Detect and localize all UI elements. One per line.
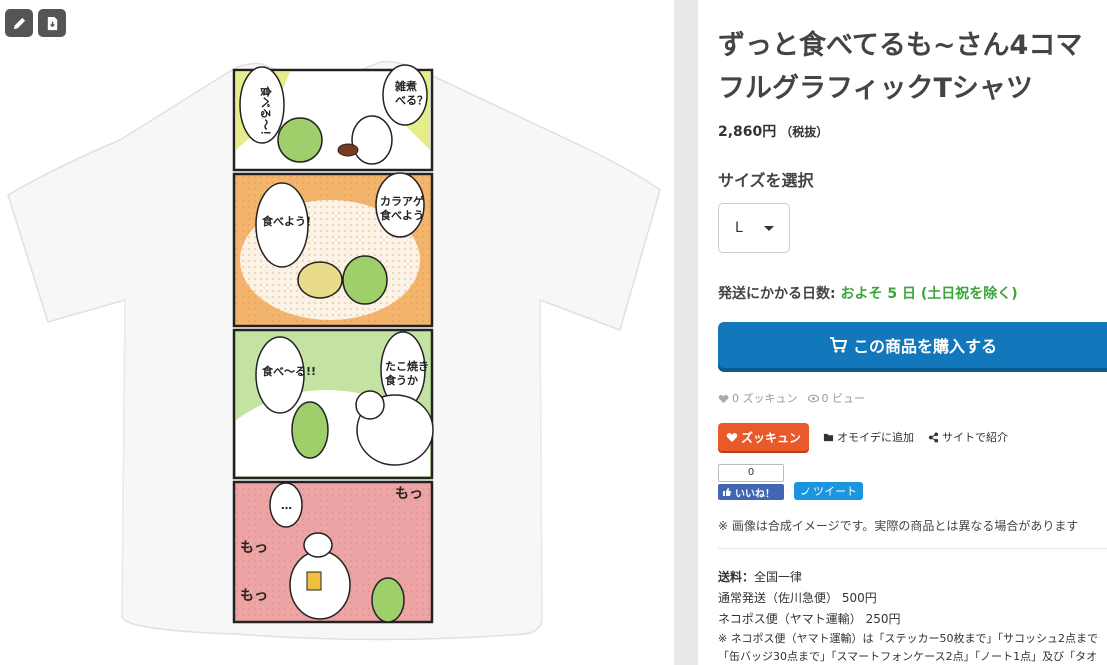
stats-row: 0 ズッキュン 0 ビュー (718, 390, 1107, 406)
product-title-line1: ずっと食べてるも~さん4コマ (718, 30, 1083, 61)
like-count: 0 (718, 464, 784, 482)
size-select[interactable]: L (718, 203, 790, 253)
thumbs-up-icon (723, 488, 731, 496)
chevron-down-icon (764, 225, 774, 231)
product-title-line2: フルグラフィックTシャツ (718, 73, 1033, 104)
like-label: いいね！ (735, 488, 775, 500)
tweet-button[interactable]: ツイート (794, 482, 863, 500)
twitter-bird-icon (801, 487, 810, 495)
heart-icon (718, 394, 729, 403)
zukkyun-count: 0 ズッキュン (732, 392, 798, 405)
zukkyun-label: ズッキュン (741, 430, 802, 445)
buy-button[interactable]: この商品を購入する (718, 322, 1107, 368)
comic-strip (232, 64, 434, 624)
view-count: 0 ビュー (821, 392, 866, 405)
price: 2,860円 （税抜） (718, 121, 1107, 141)
shipping-fee-value: 全国一律 (754, 570, 803, 584)
social-buttons: 0 いいね！ ツイート (718, 464, 1107, 500)
download-button[interactable] (38, 9, 66, 37)
comic-text-p4d: もっ (240, 588, 268, 604)
eye-icon (807, 394, 819, 402)
shipping-days-label: 発送にかかる日数: (718, 286, 836, 302)
pencil-icon (13, 17, 25, 29)
view-stat: 0 ビュー (807, 390, 866, 406)
comic-text-p1b: 食べる〜！ (259, 86, 273, 141)
comic-text-p4a: … (281, 499, 292, 512)
price-tax: （税抜） (780, 125, 829, 139)
shipping-fee-label: 送料： (718, 570, 755, 584)
add-omoide-label: オモイデに追加 (837, 431, 915, 444)
share-label: サイトで紹介 (942, 431, 1009, 444)
product-page: 雑煮べる？ 食べる〜！ カラアゲ食べよう 食べよう！ たこ焼き食うか 食べ〜る!… (0, 0, 1107, 665)
share-link[interactable]: サイトで紹介 (928, 429, 1008, 445)
product-image-pane: 雑煮べる？ 食べる〜！ カラアゲ食べよう 食べよう！ たこ焼き食うか 食べ〜る!… (0, 0, 674, 665)
size-label: サイズを選択 (718, 171, 814, 190)
buy-button-label: この商品を購入する (852, 337, 997, 356)
size-selected-value: L (735, 220, 743, 236)
shipping-line-nekopos: ネコポス便（ヤマト運輸） 250円 (718, 612, 901, 626)
price-value: 2,860円 (718, 124, 777, 140)
product-details: ずっと食べてるも~さん4コマ フルグラフィックTシャツ 2,860円 （税抜） サ… (718, 0, 1107, 665)
shipping-fee-header: 送料：全国一律 (718, 567, 1107, 588)
facebook-like: 0 いいね！ (718, 464, 784, 500)
pane-divider (674, 0, 698, 665)
comic-text-p4c: もっ (240, 540, 268, 556)
file-download-icon (47, 16, 57, 30)
comic-text-p2b: 食べよう！ (262, 214, 317, 228)
folder-icon (823, 433, 834, 441)
shipping-days-value: およそ 5 日 (土日祝を除く) (840, 286, 1018, 302)
comic-text-p3b: 食べ〜る!! (262, 364, 316, 378)
shipping-line-normal: 通常発送（佐川急便） 500円 (718, 591, 877, 605)
shipping-note-line1: ※ ネコポス便（ヤマト運輸）は「ステッカー50枚まで」「サコッシュ2点まで (718, 632, 1098, 645)
product-title: ずっと食べてるも~さん4コマ フルグラフィックTシャツ (718, 24, 1107, 110)
heart-icon (726, 433, 738, 442)
zukkyun-button[interactable]: ズッキュン (718, 423, 810, 451)
shipping-days: 発送にかかる日数: およそ 5 日 (土日祝を除く) (718, 283, 1107, 303)
cart-icon (829, 337, 847, 353)
tshirt-image: 雑煮べる？ 食べる〜！ カラアゲ食べよう 食べよう！ たこ焼き食うか 食べ〜る!… (7, 60, 661, 641)
shipping-note-line2: 「缶バッジ30点まで」「スマートフォンケース2点」「ノート1点」及び「タオ (718, 650, 1098, 663)
add-omoide-link[interactable]: オモイデに追加 (823, 429, 914, 445)
zukkyun-stat: 0 ズッキュン (718, 390, 798, 406)
like-button[interactable]: いいね！ (718, 484, 784, 500)
actions-row: ズッキュン オモイデに追加 サイトで紹介 (718, 423, 1107, 451)
shipping-info: 送料：全国一律 通常発送（佐川急便） 500円 ネコポス便（ヤマト運輸） 250… (718, 567, 1107, 665)
share-icon (928, 431, 939, 443)
composite-image-note: ※ 画像は合成イメージです。実際の商品とは異なる場合があります (718, 517, 1107, 549)
tweet-label: ツイート (813, 485, 857, 498)
edit-button[interactable] (5, 9, 33, 37)
comic-text-p4b: もっ (395, 486, 423, 502)
